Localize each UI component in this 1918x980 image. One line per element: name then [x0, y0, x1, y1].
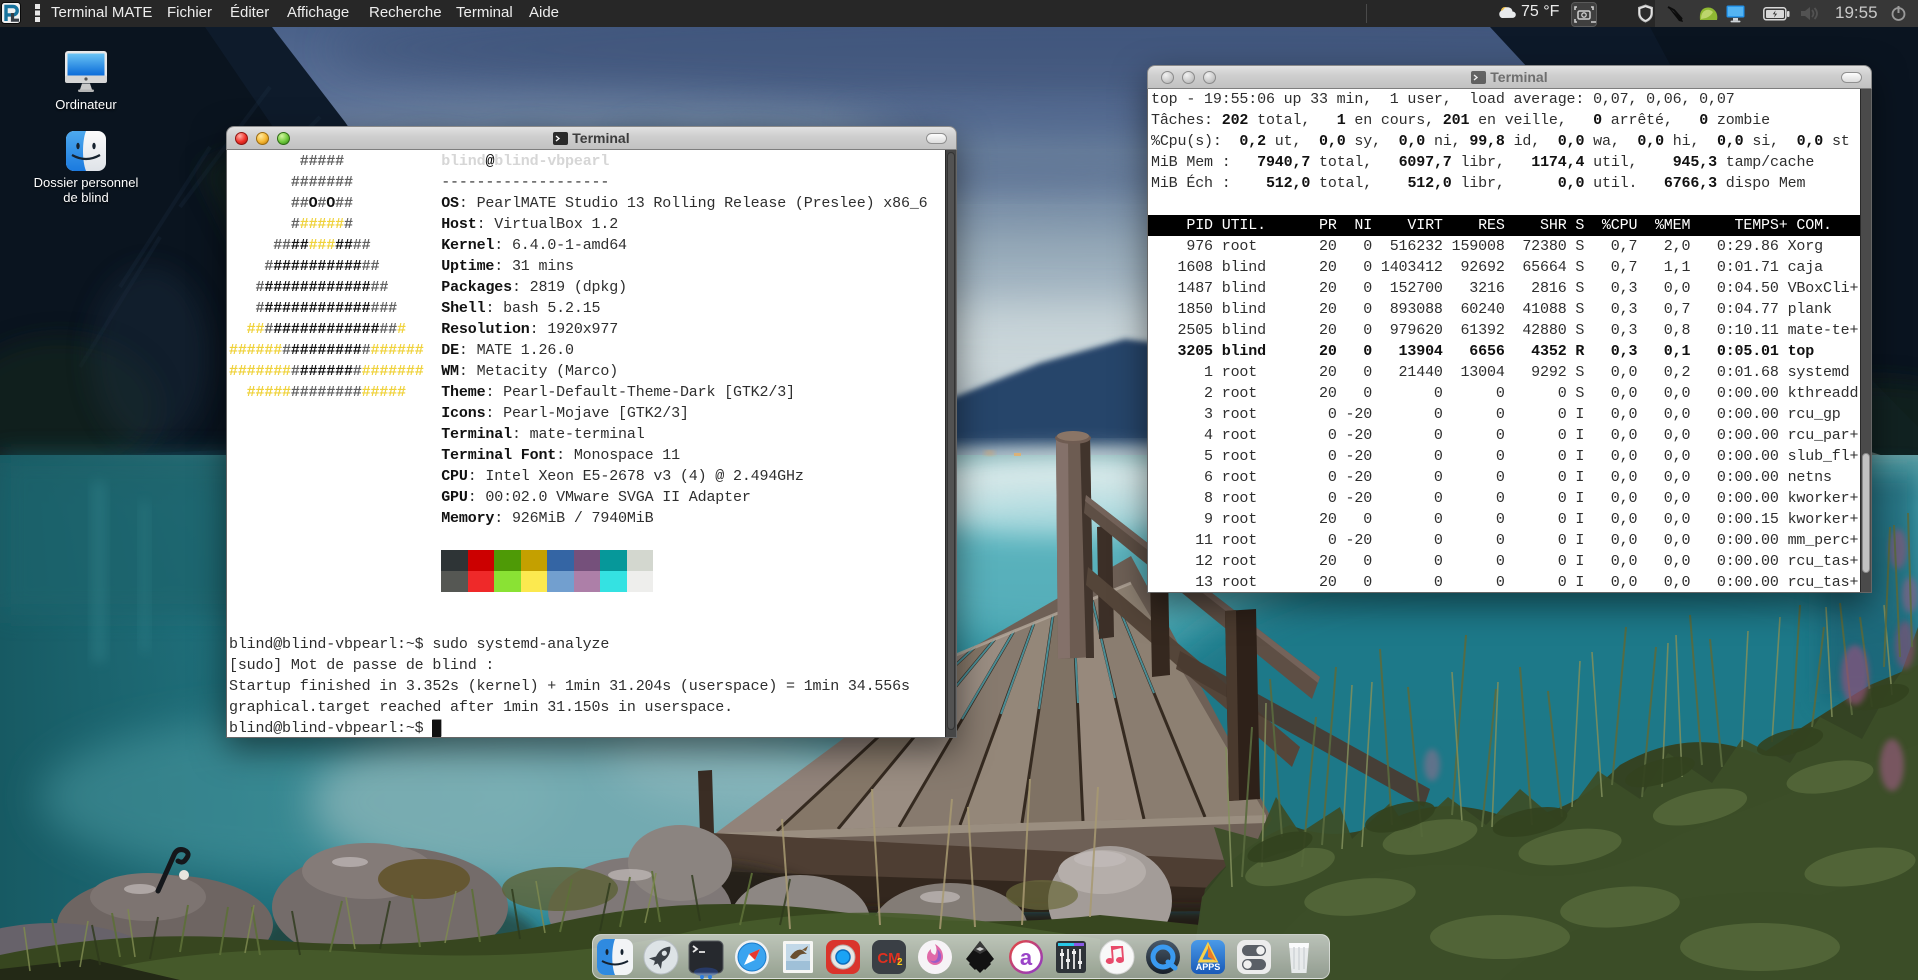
svg-text:a: a [1020, 945, 1033, 970]
svg-text:2: 2 [897, 957, 903, 968]
svg-text:APPS: APPS [1196, 962, 1221, 972]
